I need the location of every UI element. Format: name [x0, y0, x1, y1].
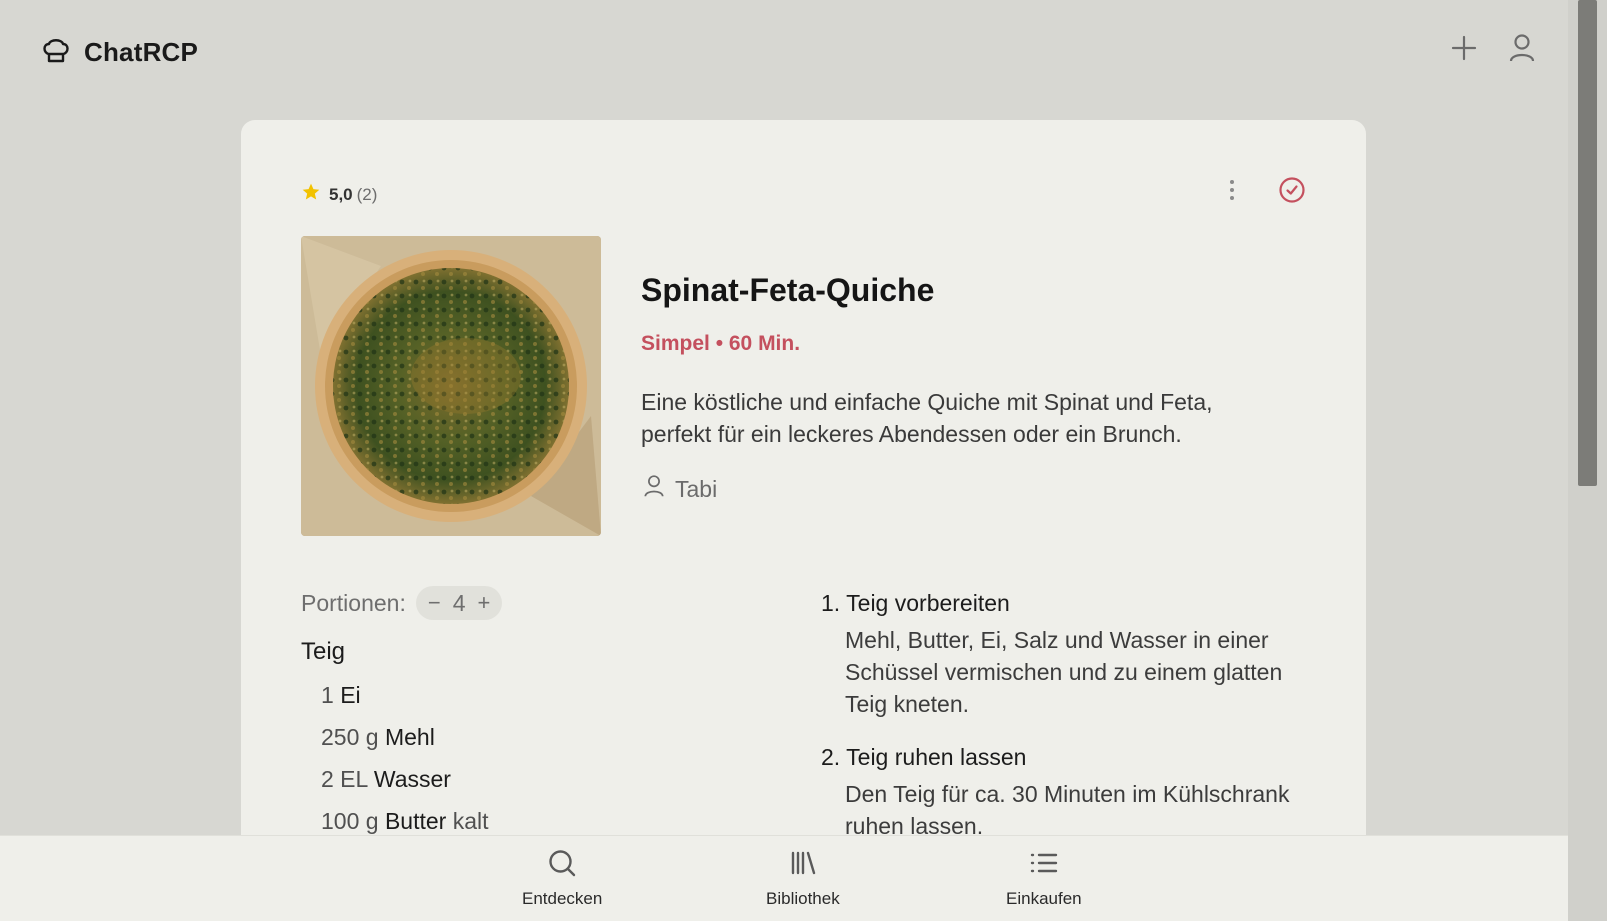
chef-hat-icon [40, 34, 72, 71]
ingredient-name: Mehl [384, 724, 435, 750]
add-recipe-button[interactable] [1448, 34, 1480, 66]
nav-shopping[interactable]: Einkaufen [1006, 848, 1082, 909]
step-text: Mehl, Butter, Ei, Salz und Wasser in ein… [845, 627, 1283, 717]
ingredient-item: 1 Ei [321, 682, 489, 724]
brand[interactable]: ChatRCP [40, 34, 198, 71]
profile-button[interactable] [1506, 33, 1538, 68]
nav-library[interactable]: Bibliothek [766, 848, 840, 909]
ingredient-qty: 1 [321, 682, 334, 708]
search-icon [547, 848, 577, 883]
author-name: Tabi [675, 475, 718, 502]
ingredient-item: 2 EL Wasser [321, 766, 489, 808]
rating-count: (2) [356, 184, 378, 204]
step-text: Den Teig für ca. 30 Minuten im Kühlschra… [845, 781, 1290, 839]
list-icon [1029, 848, 1059, 883]
recipe-photo [301, 236, 601, 536]
nav-label: Bibliothek [766, 889, 840, 908]
user-icon [643, 474, 665, 504]
user-icon [1508, 33, 1536, 68]
portions: Portionen: − 4 + [301, 586, 503, 620]
recipe-author[interactable]: Tabi [643, 474, 717, 504]
portions-label: Portionen: [301, 589, 406, 616]
mark-cooked-button[interactable] [1276, 176, 1308, 208]
ingredient-group-title: Teig [301, 638, 346, 665]
more-options-button[interactable] [1216, 176, 1248, 208]
plus-icon [1451, 35, 1477, 66]
ingredient-list: 1 Ei 250 g Mehl 2 EL Wasser 100 g Butter… [321, 682, 489, 850]
decrease-portions-button[interactable]: − [428, 590, 441, 616]
ingredient-qty: 250 g [321, 724, 379, 750]
ingredient-name: Butter [384, 808, 447, 834]
steps-list: 1. Teig vorbereiten Mehl, Butter, Ei, Sa… [821, 588, 1291, 864]
rating: 5,0 (2) [301, 182, 377, 207]
step-title: 1. Teig vorbereiten [821, 590, 1010, 616]
ingredient-qty: 100 g [321, 808, 379, 834]
recipe-title: Spinat-Feta-Quiche [641, 272, 935, 308]
more-vertical-icon [1228, 179, 1236, 206]
page-scrollbar[interactable] [1568, 0, 1607, 921]
library-icon [788, 848, 818, 883]
increase-portions-button[interactable]: + [478, 590, 491, 616]
top-bar: ChatRCP [0, 0, 1568, 100]
bottom-nav: Entdecken Bibliothek Einkaufen [0, 835, 1568, 921]
ingredient-note: kalt [452, 808, 489, 834]
recipe-card: 5,0 (2) Spinat-Feta-Quiche Simpel • 60 M… [241, 120, 1366, 921]
recipe-description: Eine köstliche und einfache Quiche mit S… [641, 389, 1213, 447]
portions-stepper: − 4 + [415, 586, 503, 620]
ingredient-item: 250 g Mehl [321, 724, 489, 766]
check-circle-icon [1278, 176, 1306, 209]
nav-label: Einkaufen [1006, 889, 1082, 908]
ingredient-name: Ei [340, 682, 361, 708]
step-item: 2. Teig ruhen lassen Den Teig für ca. 30… [821, 742, 1291, 842]
nav-label: Entdecken [522, 889, 603, 908]
nav-discover[interactable]: Entdecken [522, 848, 602, 909]
step-item: 1. Teig vorbereiten Mehl, Butter, Ei, Sa… [821, 588, 1291, 720]
recipe-meta: Simpel • 60 Min. [641, 332, 801, 355]
ingredient-qty: 2 EL [321, 766, 368, 792]
ingredient-name: Wasser [373, 766, 451, 792]
portions-value: 4 [452, 589, 466, 616]
scroll-thumb[interactable] [1578, 0, 1597, 486]
star-icon [301, 182, 321, 207]
rating-value: 5,0 [329, 184, 353, 204]
brand-name: ChatRCP [84, 37, 199, 67]
step-title: 2. Teig ruhen lassen [821, 744, 1027, 770]
